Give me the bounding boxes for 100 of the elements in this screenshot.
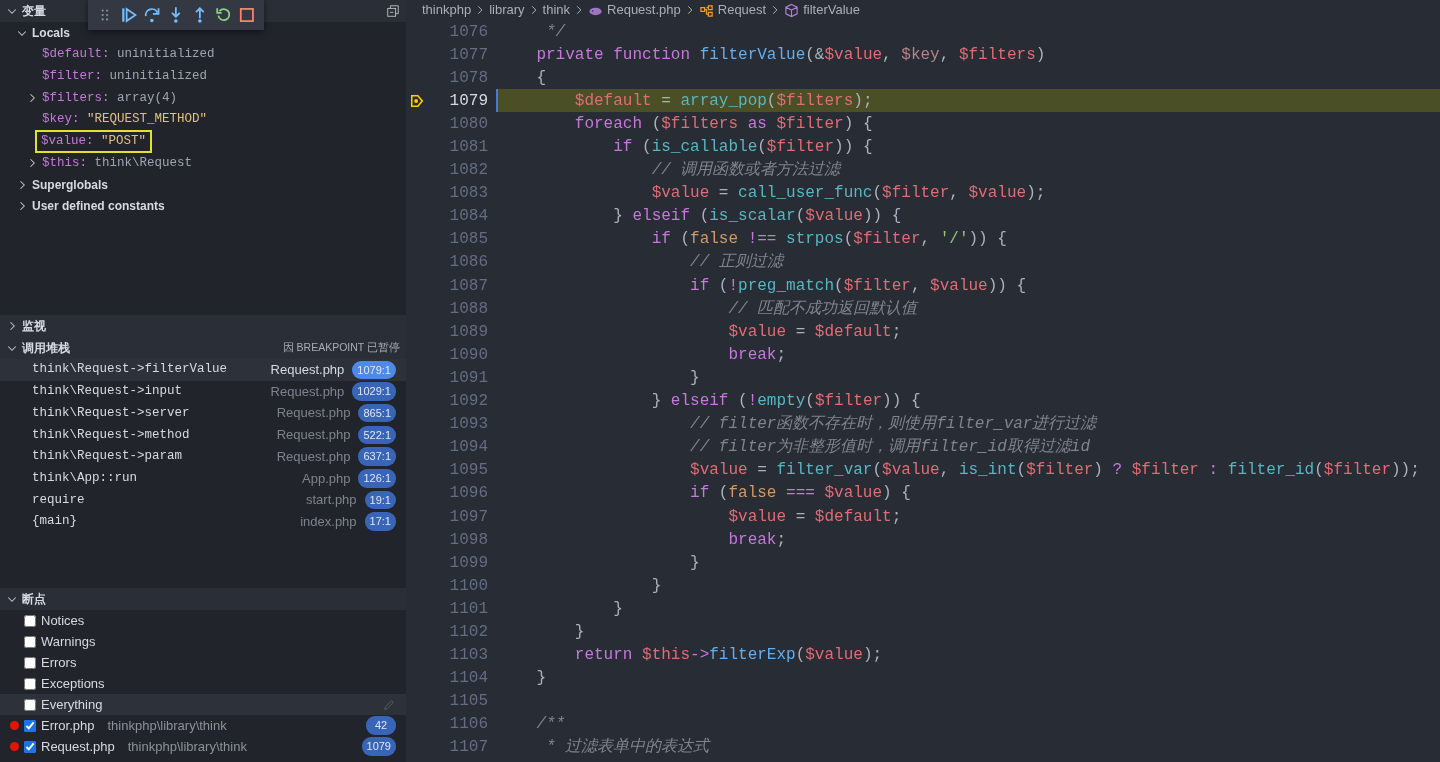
section-title[interactable]: 变量 [22, 2, 46, 20]
line-number: 1102 [448, 622, 488, 643]
breakpoint-label[interactable]: Notices [41, 610, 85, 631]
scope-label[interactable]: User defined constants [32, 197, 165, 216]
section-title[interactable]: 监视 [22, 317, 46, 335]
stack-frame[interactable]: think\Request->param Request.php 637:1 [0, 445, 406, 468]
line-number: 1104 [448, 668, 488, 690]
code-line: { [535, 67, 546, 89]
frame-name: {main} [32, 513, 78, 531]
line-number: 1103 [448, 645, 488, 667]
checkbox[interactable] [24, 740, 36, 753]
breakpoint-label[interactable]: Everything [41, 694, 103, 715]
frame-file: Request.php [276, 447, 351, 466]
step-over-icon[interactable] [143, 5, 162, 25]
checkbox[interactable] [24, 698, 36, 711]
frame-name: think\Request->input [32, 383, 184, 401]
breakpoint-label[interactable]: Request.php [41, 736, 115, 757]
code-line: } [689, 552, 700, 574]
code-line: foreach ($filters as $filter) { [573, 113, 873, 135]
breadcrumb-item[interactable]: thinkphp [422, 0, 472, 20]
stop-icon[interactable] [238, 5, 257, 25]
line-number: 1098 [448, 529, 488, 551]
stack-frame[interactable]: think\Request->input Request.php 1029:1 [0, 380, 406, 403]
checkbox[interactable] [24, 656, 36, 669]
code-line: } elseif (is_scalar($value)) { [612, 206, 902, 228]
checkbox[interactable] [24, 635, 36, 648]
stack-frame[interactable]: think\Request->filterValue Request.php 1079:1 [0, 359, 406, 381]
variable-entry[interactable]: $default: uninitialized [42, 45, 215, 64]
breadcrumb-item[interactable]: filterValue [803, 0, 861, 20]
stack-frame[interactable]: {main} index.php 17:1 [0, 510, 406, 533]
code-line: } [650, 575, 662, 597]
code-line: */ [545, 21, 566, 43]
breakpoint-label[interactable]: Warnings [41, 631, 96, 652]
code-line: } elseif (!empty($filter)) { [650, 391, 921, 413]
checkbox[interactable] [24, 677, 36, 690]
scope-label[interactable]: Locals [32, 23, 70, 42]
section-title[interactable]: 断点 [22, 590, 46, 608]
code-line: // filter函数不存在时，则使用filter_var进行过滤 [689, 414, 1097, 436]
frame-name: think\App::run [32, 469, 139, 487]
line-number: 1076 [448, 21, 488, 43]
frame-file: Request.php [276, 404, 351, 423]
code-line: } [535, 668, 546, 690]
line-number: 1099 [448, 552, 488, 574]
breakpoint-label[interactable]: Error.php [41, 715, 95, 736]
checkbox[interactable] [24, 614, 36, 627]
line-badge: 522:1 [358, 425, 396, 445]
line-number: 1086 [448, 252, 488, 274]
breadcrumb-item[interactable]: Request [717, 0, 767, 20]
variable-entry[interactable]: $this: think\Request [42, 153, 193, 173]
breakpoint-dot-icon[interactable] [10, 742, 19, 751]
line-badge: 637:1 [358, 447, 396, 466]
stack-frame[interactable]: think\Request->method Request.php 522:1 [0, 424, 406, 446]
variable-entry[interactable]: $key: "REQUEST_METHOD" [42, 110, 208, 129]
line-number: 1080 [448, 113, 488, 135]
stack-frame[interactable]: think\Request->server Request.php 865:1 [0, 402, 406, 425]
breadcrumb-item[interactable]: library [489, 0, 525, 20]
line-badge: 1079 [361, 737, 396, 756]
code-line: if (false === $value) { [689, 483, 911, 505]
code-line: return $this->filterExp($value); [573, 645, 883, 667]
code-line: * 过滤表单中的表达式 [545, 737, 710, 759]
frame-name: think\Request->server [32, 404, 191, 422]
stack-frame[interactable]: think\App::run App.php 126:1 [0, 467, 406, 490]
line-number: 1081 [448, 137, 488, 158]
frame-file: Request.php [276, 426, 351, 445]
line-badge: 1079:1 [352, 360, 396, 380]
line-number: 1087 [448, 275, 488, 297]
breadcrumb-item[interactable]: think [542, 0, 571, 20]
stack-frame[interactable]: require start.php 19:1 [0, 489, 406, 511]
line-number: 1090 [448, 344, 488, 366]
line-number: 1107 [448, 737, 488, 759]
code-line: break; [727, 344, 787, 366]
breadcrumb-item[interactable]: Request.php [607, 0, 681, 20]
line-number: 1096 [448, 483, 488, 505]
variable-entry[interactable]: $filters: array(4) [42, 88, 178, 108]
line-number: 1078 [448, 67, 488, 89]
variable-entry[interactable]: $filter: uninitialized [42, 66, 208, 86]
checkbox[interactable] [24, 719, 36, 732]
line-number: 1082 [448, 160, 488, 182]
line-badge: 42 [366, 716, 396, 735]
line-badge: 17:1 [364, 512, 396, 531]
code-line: // 匹配不成功返回默认值 [727, 298, 918, 320]
collapse-all-icon[interactable] [386, 4, 400, 18]
continue-icon[interactable] [119, 5, 138, 25]
line-number: 1089 [448, 321, 488, 343]
code-line: if (is_callable($filter)) { [612, 137, 873, 158]
breakpoint-label[interactable]: Exceptions [41, 673, 105, 694]
scope-label[interactable]: Superglobals [32, 175, 108, 194]
line-number: 1094 [448, 437, 488, 459]
line-badge: 1029:1 [352, 382, 396, 401]
line-number: 1105 [448, 691, 488, 713]
frame-file: index.php [300, 512, 357, 531]
section-title[interactable]: 调用堆栈 [22, 339, 70, 357]
frame-file: start.php [306, 491, 357, 510]
line-number: 1088 [448, 298, 488, 320]
breakpoint-dot-icon[interactable] [10, 721, 19, 730]
class-icon [698, 2, 714, 18]
code-line: } [573, 622, 585, 643]
code-line: } [612, 598, 623, 620]
variable-entry[interactable]: $value: "POST" [37, 131, 151, 151]
breakpoint-label[interactable]: Errors [41, 652, 77, 673]
